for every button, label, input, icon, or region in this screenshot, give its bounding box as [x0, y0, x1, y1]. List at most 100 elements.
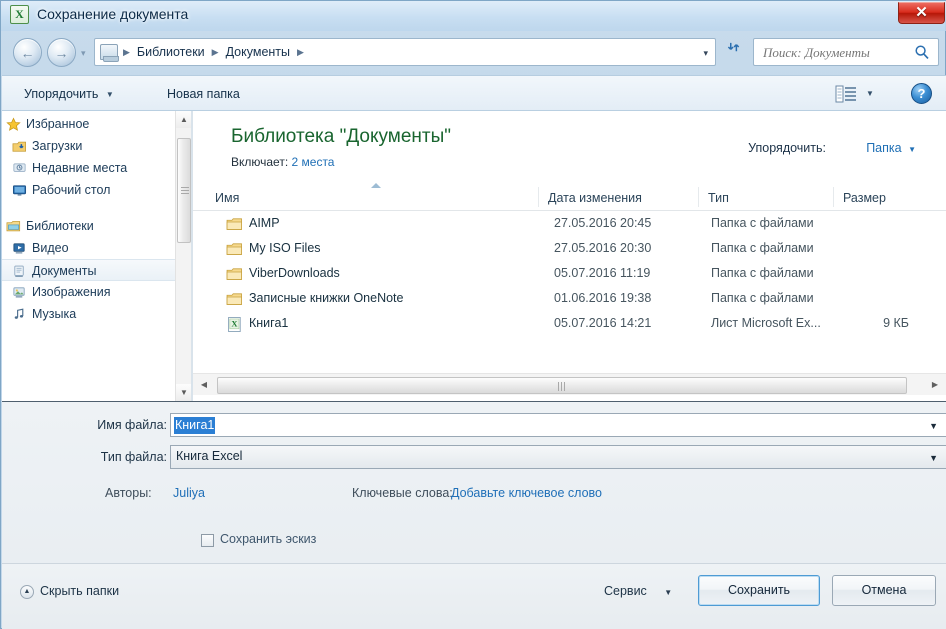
new-folder-button[interactable]: Новая папка	[167, 84, 240, 105]
toolbar: Упорядочить ▼ Новая папка ▼ ?	[2, 75, 946, 111]
back-button[interactable]: ←	[13, 38, 42, 67]
sidebar-item-desktop[interactable]: Рабочий стол	[2, 179, 175, 201]
table-row[interactable]: X Книга1 05.07.2016 14:21 Лист Microsoft…	[193, 312, 946, 337]
column-header-size[interactable]: Размер	[843, 189, 886, 207]
chevron-up-icon: ▲	[20, 585, 34, 599]
sidebar-label: Документы	[32, 264, 97, 278]
library-icon	[100, 44, 119, 62]
scroll-left-icon[interactable]: ◀	[195, 376, 213, 394]
recent-places-icon	[12, 161, 27, 176]
save-button[interactable]: Сохранить	[698, 575, 820, 606]
column-divider[interactable]	[698, 187, 699, 207]
sidebar-item-favorites[interactable]: Избранное	[2, 113, 175, 135]
close-icon[interactable]: ✕	[898, 2, 945, 24]
sidebar-item-libraries[interactable]: Библиотеки	[2, 215, 175, 237]
search-input[interactable]	[763, 44, 903, 62]
file-name: Книга1	[249, 316, 289, 330]
file-type: Лист Microsoft Ex...	[711, 316, 821, 330]
scrollbar-thumb[interactable]	[217, 377, 907, 394]
table-row[interactable]: My ISO Files 27.05.2016 20:30 Папка с фа…	[193, 237, 946, 262]
file-type: Папка с файлами	[711, 291, 814, 305]
tools-label: Сервис	[604, 584, 647, 598]
filename-input[interactable]: Книга1 ▼	[170, 413, 946, 437]
breadcrumb-separator-1: ▶	[211, 46, 219, 57]
table-row[interactable]: Записные книжки OneNote 01.06.2016 19:38…	[193, 287, 946, 312]
refresh-icon[interactable]	[723, 40, 746, 63]
save-thumbnail-checkbox[interactable]	[201, 534, 214, 547]
includes-link[interactable]: 2 места	[292, 155, 335, 169]
sidebar-label: Библиотеки	[26, 219, 94, 233]
column-divider[interactable]	[538, 187, 539, 207]
arrange-label: Упорядочить:	[748, 141, 826, 155]
chevron-down-icon[interactable]: ▼	[929, 453, 938, 463]
sidebar-item-video[interactable]: Видео	[2, 237, 175, 259]
cancel-button[interactable]: Отмена	[832, 575, 936, 606]
sidebar-label: Музыка	[32, 307, 77, 321]
save-thumbnail-label[interactable]: Сохранить эскиз	[220, 532, 316, 546]
list-view-icon[interactable]	[835, 85, 857, 103]
sidebar-label: Недавние места	[32, 161, 128, 175]
sidebar-item-recent-places[interactable]: Недавние места	[2, 157, 175, 179]
folder-icon	[226, 291, 243, 308]
tools-button[interactable]: Сервис ▼	[604, 584, 672, 598]
filetype-select[interactable]: Книга Excel ▼	[170, 445, 946, 469]
column-divider[interactable]	[833, 187, 834, 207]
filename-value: Книга1	[174, 417, 216, 434]
sidebar-item-music[interactable]: Музыка	[2, 303, 175, 325]
navigation-pane-content: Избранное Загрузки Недавние места Рабочи…	[2, 111, 175, 325]
sidebar-group-favorites: Избранное Загрузки Недавние места Рабочи…	[2, 113, 175, 201]
scrollbar-thumb[interactable]	[177, 138, 191, 243]
chevron-down-icon[interactable]: ▼	[929, 421, 938, 431]
excel-icon: X	[10, 5, 29, 24]
sidebar-vertical-scrollbar[interactable]: ▲ ▼	[175, 111, 191, 401]
table-row[interactable]: ViberDownloads 05.07.2016 11:19 Папка с …	[193, 262, 946, 287]
organize-button[interactable]: Упорядочить ▼	[24, 84, 114, 105]
window-title: Сохранение документа	[37, 6, 189, 22]
tags-value[interactable]: Добавьте ключевое слово	[451, 486, 602, 500]
scroll-down-icon[interactable]: ▼	[176, 384, 191, 401]
sidebar-item-downloads[interactable]: Загрузки	[2, 135, 175, 157]
organize-label: Упорядочить	[24, 87, 99, 101]
save-document-dialog: X Сохранение документа ✕ ← → ▾ ▶ Библиот…	[0, 0, 946, 629]
hide-folders-label: Скрыть папки	[40, 584, 120, 598]
chevron-down-icon: ▼	[908, 145, 916, 154]
table-row[interactable]: AIMP 27.05.2016 20:45 Папка с файлами	[193, 212, 946, 237]
view-dropdown-icon[interactable]: ▼	[866, 89, 874, 98]
sidebar-item-pictures[interactable]: Изображения	[2, 281, 175, 303]
pictures-library-icon	[12, 285, 27, 300]
hide-folders-button[interactable]: ▲ Скрыть папки	[20, 584, 120, 599]
scroll-right-icon[interactable]: ▶	[926, 376, 944, 394]
breadcrumb-separator-2: ▶	[297, 46, 304, 57]
scroll-up-icon[interactable]: ▲	[176, 111, 191, 128]
breadcrumb-item-libraries[interactable]: Библиотеки	[135, 45, 207, 59]
documents-library-icon	[12, 264, 27, 279]
column-header-type[interactable]: Тип	[708, 189, 729, 207]
forward-button[interactable]: →	[47, 38, 76, 67]
sidebar-item-documents[interactable]: Документы	[2, 259, 175, 281]
sidebar-label: Загрузки	[32, 139, 83, 153]
file-date: 27.05.2016 20:45	[554, 216, 652, 230]
file-name: ViberDownloads	[249, 266, 340, 280]
arrange-dropdown[interactable]: Папка ▼	[866, 141, 916, 155]
file-type: Папка с файлами	[711, 241, 814, 255]
breadcrumb-item-documents[interactable]: Документы	[224, 45, 292, 59]
dialog-footer: ▲ Скрыть папки Сервис ▼ Сохранить Отмена	[2, 563, 946, 629]
column-header-date[interactable]: Дата изменения	[548, 189, 642, 207]
column-headers: Имя Дата изменения Тип Размер	[193, 183, 946, 211]
authors-value[interactable]: Juliya	[173, 486, 205, 500]
column-header-name[interactable]: Имя	[215, 189, 239, 207]
search-box[interactable]	[753, 38, 939, 66]
history-dropdown-icon[interactable]: ▾	[81, 48, 86, 59]
help-button[interactable]: ?	[911, 83, 932, 104]
authors-label: Авторы:	[105, 486, 152, 500]
search-icon	[914, 44, 930, 60]
chevron-down-icon[interactable]: ▾	[703, 48, 708, 59]
sidebar-label: Видео	[32, 241, 69, 255]
address-bar[interactable]: ▶ Библиотеки ▶ Документы ▶ ▾	[94, 38, 716, 66]
file-list-horizontal-scrollbar[interactable]: ◀ ▶	[193, 373, 946, 395]
file-date: 05.07.2016 11:19	[554, 266, 651, 280]
file-date: 27.05.2016 20:30	[554, 241, 652, 255]
file-list-pane: Библиотека "Документы" Включает: 2 места…	[193, 111, 946, 401]
file-date: 05.07.2016 14:21	[554, 316, 652, 330]
tags-label: Ключевые слова:	[352, 486, 453, 500]
